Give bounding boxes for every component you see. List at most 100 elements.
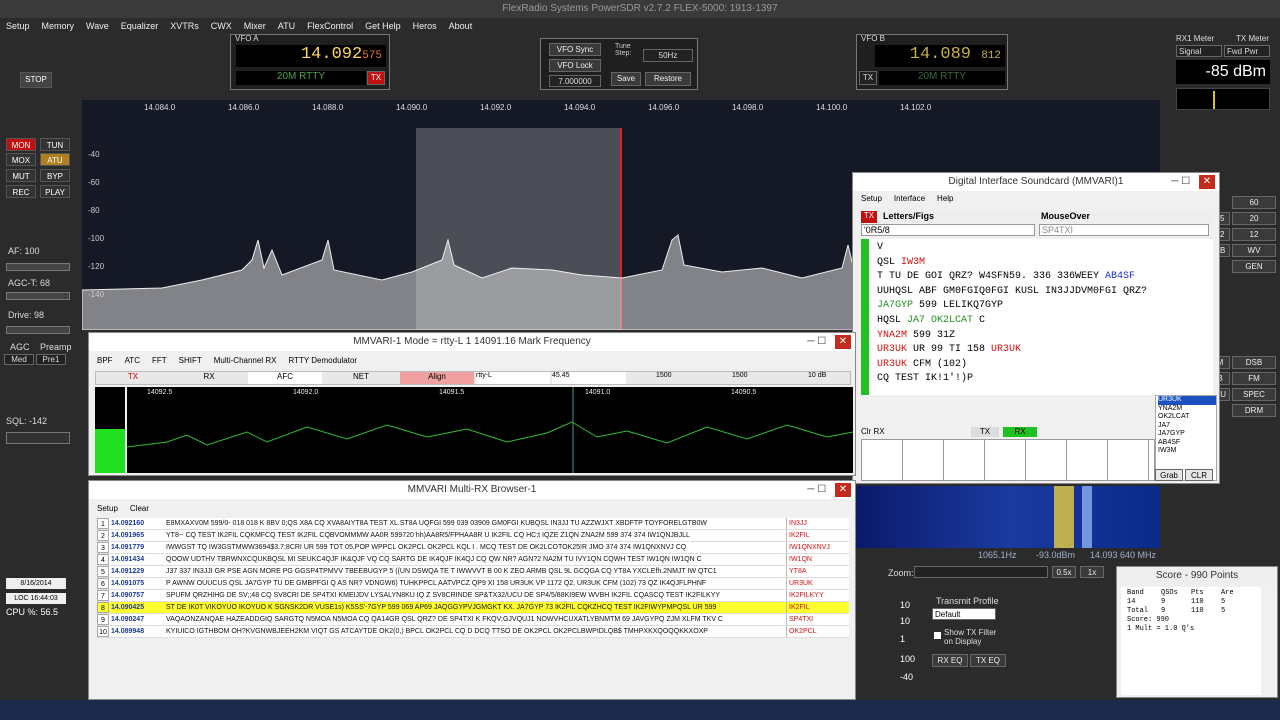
call-list-item[interactable]: AB4SF xyxy=(1158,439,1216,448)
mmvari-menu-item[interactable]: Multi-Channel RX xyxy=(214,353,277,367)
mut-button[interactable]: MUT xyxy=(6,169,36,182)
digi-menu-item[interactable]: Help xyxy=(937,191,953,207)
tx-meter-select[interactable]: Fwd Pwr xyxy=(1224,45,1270,57)
table-row[interactable]: 10 14.089948 KYIUICO IGTHBOM OH?KVGNWBJEEH… xyxy=(97,626,849,638)
vfo-a-tx-button[interactable]: TX xyxy=(367,71,385,85)
digi-clr-button[interactable]: CLR xyxy=(1185,469,1213,481)
call-list-item[interactable]: JA7GYP xyxy=(1158,430,1216,439)
row-callsign[interactable]: YT8A xyxy=(786,566,842,577)
call-list-item[interactable]: IW3M xyxy=(1158,447,1216,456)
play-button[interactable]: PLAY xyxy=(40,185,70,198)
band-button[interactable]: 20 xyxy=(1232,212,1276,225)
mmvari-align-button[interactable]: Align xyxy=(400,372,474,384)
waterfall[interactable] xyxy=(856,486,1160,548)
table-row[interactable]: 8 14.090425 ST DE IK0T VIKOYUO IKOYUO K SG… xyxy=(97,602,849,614)
mon-button[interactable]: MON xyxy=(6,138,36,151)
menu-item-4[interactable]: XVTRs xyxy=(170,18,199,34)
row-callsign[interactable]: IK2FIL xyxy=(786,602,842,613)
menu-item-11[interactable]: About xyxy=(449,18,473,34)
save-button[interactable]: Save xyxy=(611,72,641,86)
rx-eq-button[interactable]: RX EQ xyxy=(932,654,968,667)
mmvari-net-button[interactable]: NET xyxy=(324,372,398,384)
row-callsign[interactable]: IN3JJ xyxy=(786,518,842,529)
vfo-b-tx-button[interactable]: TX xyxy=(859,71,877,85)
band-button[interactable]: SPEC xyxy=(1232,388,1276,401)
af-slider[interactable] xyxy=(6,263,70,271)
table-row[interactable]: 4 14.091434 QOOW UDTHV TBRWNXCQUKBQSL MI S… xyxy=(97,554,849,566)
call-list-item[interactable]: YNA2M xyxy=(1158,405,1216,414)
menu-item-3[interactable]: Equalizer xyxy=(121,18,159,34)
digi-tx-indicator[interactable]: TX xyxy=(861,211,877,223)
zoom-1x-button[interactable]: 1x xyxy=(1080,566,1104,578)
atu-button[interactable]: ATU xyxy=(40,153,70,166)
mmvari-shift-select[interactable]: 45.45 xyxy=(552,372,626,384)
zoom-slider[interactable] xyxy=(914,566,1048,578)
call-list-item[interactable]: UR3UK xyxy=(1158,396,1216,405)
drive-slider[interactable] xyxy=(6,326,70,334)
mmvari-menu-item[interactable]: SHIFT xyxy=(179,353,202,367)
digi-menu-item[interactable]: Interface xyxy=(894,191,925,207)
digi-grab-button[interactable]: Grab xyxy=(1155,469,1183,481)
band-button[interactable]: DRM xyxy=(1232,404,1276,417)
menu-item-1[interactable]: Memory xyxy=(42,18,75,34)
tx-eq-button[interactable]: TX EQ xyxy=(970,654,1006,667)
agct-slider[interactable] xyxy=(6,292,70,300)
row-callsign[interactable]: UR3UK xyxy=(786,578,842,589)
row-callsign[interactable]: IK2FILKYY xyxy=(786,590,842,601)
band-button[interactable]: DSB xyxy=(1232,356,1276,369)
mmvari-afc-button[interactable]: AFC xyxy=(248,372,322,384)
mmvari-rx-button[interactable]: RX xyxy=(172,372,246,384)
call-list-item[interactable]: OK2LCAT xyxy=(1158,413,1216,422)
digi-rx-button[interactable]: RX xyxy=(1003,427,1037,437)
digi-tx-button[interactable]: TX xyxy=(971,427,999,437)
digi-rx-text[interactable]: V QSL IW3M T TU DE GOI QRZ? W4SFN59. 336 3… xyxy=(861,239,1213,395)
multirx-menu-item[interactable]: Setup xyxy=(97,501,118,515)
row-callsign[interactable]: OK2PCL xyxy=(786,626,842,637)
multirx-menu-item[interactable]: Clear xyxy=(130,501,149,515)
mmvari-menu-item[interactable]: BPF xyxy=(97,353,113,367)
multirx-window-controls[interactable]: ─ ☐ ✕ xyxy=(807,481,851,499)
mmvari-menu-item[interactable]: ATC xyxy=(125,353,140,367)
mmvari-window-controls[interactable]: ─ ☐ ✕ xyxy=(807,333,851,351)
multirx-close-button[interactable]: ✕ xyxy=(835,483,851,497)
digi-close-button[interactable]: ✕ xyxy=(1199,175,1215,189)
mmvari-menu-item[interactable]: RTTY Demodulator xyxy=(288,353,357,367)
band-button[interactable]: 60 xyxy=(1232,196,1276,209)
band-button[interactable]: 12 xyxy=(1232,228,1276,241)
mmvari-tx-button[interactable]: TX xyxy=(96,372,170,384)
row-callsign[interactable]: IK2FIL xyxy=(786,530,842,541)
digi-menu-item[interactable]: Setup xyxy=(861,191,882,207)
table-row[interactable]: 2 14.091965 YT8-- CQ TEST IK2FIL CQKMFCQ T… xyxy=(97,530,849,542)
menu-item-6[interactable]: Mixer xyxy=(244,18,266,34)
stop-button[interactable]: STOP xyxy=(20,72,52,88)
vfo-lock-button[interactable]: VFO Lock xyxy=(549,59,601,72)
menu-item-7[interactable]: ATU xyxy=(278,18,295,34)
vfo-b-frequency[interactable]: 14.089 812 xyxy=(875,45,1005,67)
mox-button[interactable]: MOX xyxy=(6,153,36,166)
menu-item-2[interactable]: Wave xyxy=(86,18,109,34)
tx-filter-checkbox[interactable] xyxy=(934,632,941,639)
menu-item-10[interactable]: Heros xyxy=(413,18,437,34)
rx-meter-select[interactable]: Signal xyxy=(1176,45,1222,57)
row-callsign[interactable]: IW1QN xyxy=(786,554,842,565)
zoom-0-5x-button[interactable]: 0.5x xyxy=(1052,566,1076,578)
digi-field-2[interactable]: SP4TXI xyxy=(1039,224,1209,236)
squelch-slider[interactable] xyxy=(6,432,70,444)
menu-item-9[interactable]: Get Help xyxy=(365,18,401,34)
mmvari-close-button[interactable]: ✕ xyxy=(835,335,851,349)
band-button[interactable]: FM xyxy=(1232,372,1276,385)
restore-button[interactable]: Restore xyxy=(645,72,691,86)
row-callsign[interactable]: IW1QNXNVJ xyxy=(786,542,842,553)
band-button[interactable]: WV xyxy=(1232,244,1276,257)
table-row[interactable]: 5 14.091229 J37 337 IN3JJI GR PSE AGN MORE… xyxy=(97,566,849,578)
agc-select[interactable]: Med xyxy=(4,354,34,365)
menu-item-5[interactable]: CWX xyxy=(211,18,232,34)
band-button[interactable]: GEN xyxy=(1232,260,1276,273)
menu-item-0[interactable]: Setup xyxy=(6,18,30,34)
table-row[interactable]: 1 14.092160 E8MXAXV0M 599/0- 018 018 K 8BV… xyxy=(97,518,849,530)
row-callsign[interactable]: SP4TXI xyxy=(786,614,842,625)
tx-profile-select[interactable]: Default xyxy=(932,608,996,620)
digi-clrrx-button[interactable]: Clr RX xyxy=(861,427,891,439)
frequency-input[interactable]: 7.000000 xyxy=(549,75,601,87)
table-row[interactable]: 7 14.090757 SPUFM QRZHIHG DE SV;;48 CQ SV8… xyxy=(97,590,849,602)
